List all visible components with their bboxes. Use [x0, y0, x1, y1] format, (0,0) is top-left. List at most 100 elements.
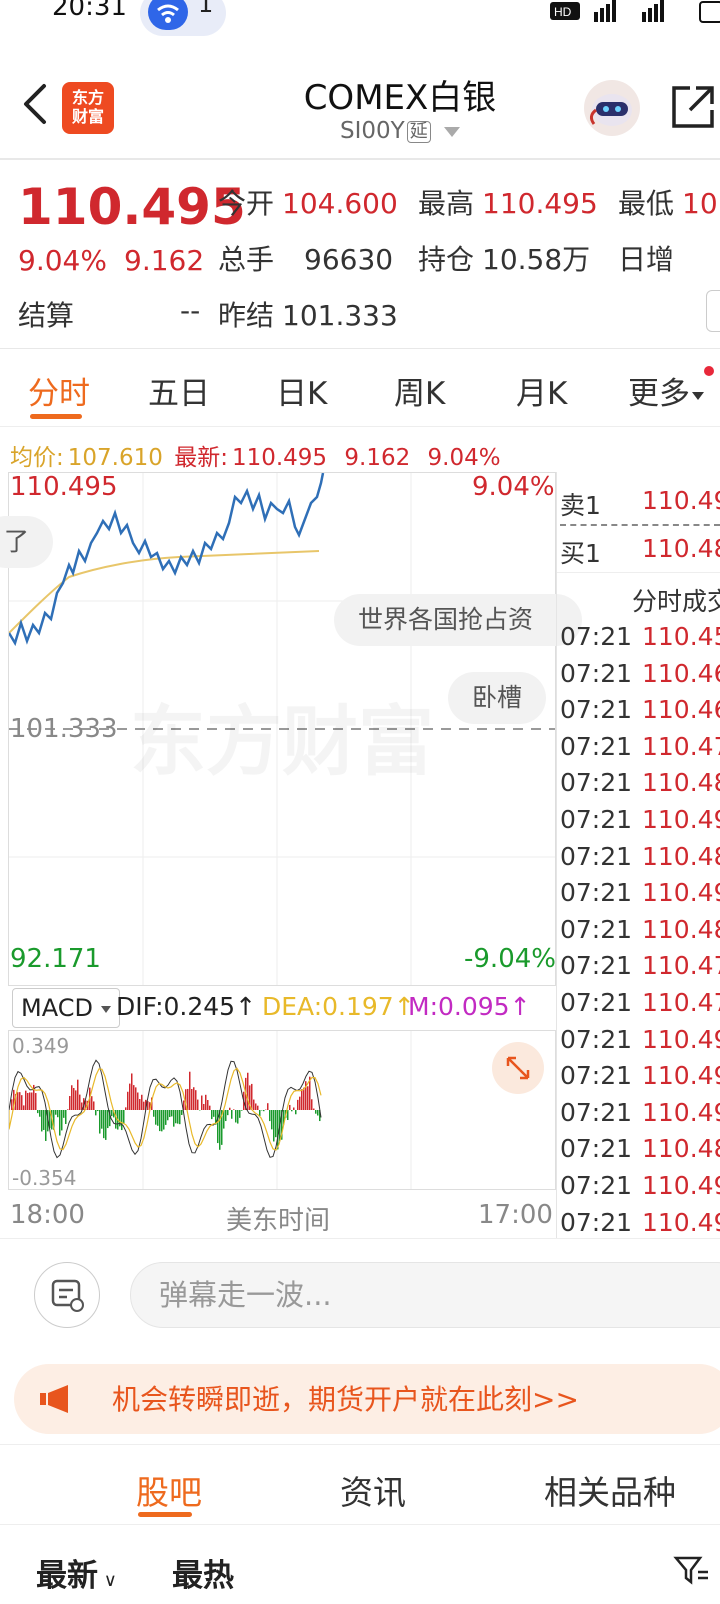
latest-pct: 9.04% [427, 445, 501, 471]
macd-bar [235, 1110, 237, 1123]
tab-related[interactable]: 相关品种 [544, 1466, 676, 1514]
macd-bar [173, 1110, 175, 1127]
macd-bar [133, 1085, 135, 1110]
stat-prev-settle: 昨结 101.333 [218, 294, 398, 334]
macd-bar [311, 1099, 313, 1110]
danmaku-bubble: 卧槽 [448, 672, 547, 724]
status-bar: 20:31 1 HD [0, 0, 720, 40]
macd-bar [239, 1110, 241, 1118]
sort-divider [0, 1524, 720, 1525]
macd-bar [271, 1110, 273, 1130]
tick-row: 07:21 110.48 [560, 1134, 720, 1163]
tabs-divider [0, 426, 720, 427]
delay-badge: 延 [406, 120, 431, 143]
share-icon[interactable] [670, 84, 716, 130]
panel-divider [556, 472, 557, 1238]
fullscreen-icon[interactable] [492, 1042, 544, 1094]
tick-price: 110.46 [642, 658, 720, 688]
macd-bar [17, 1092, 19, 1110]
chart-top-pct: 9.04% [472, 472, 555, 502]
ask-row: 卖1 110.49 [560, 486, 720, 522]
tab-five-day[interactable]: 五日 [148, 368, 210, 413]
macd-bar [21, 1095, 23, 1110]
macd-bar [23, 1105, 25, 1110]
macd-bar [295, 1110, 297, 1115]
macd-top-label: 0.349 [12, 1034, 70, 1058]
tab-daily-k[interactable]: 日K [276, 368, 327, 413]
danmaku-settings-icon[interactable] [34, 1262, 100, 1328]
tick-time: 07:21 [560, 731, 633, 761]
macd-bar [161, 1110, 163, 1132]
expand-stats-button[interactable] [706, 290, 720, 332]
tick-row: 07:21 110.48 [560, 842, 720, 871]
tick-time: 07:21 [560, 768, 633, 798]
macd-bar [257, 1105, 259, 1110]
stat-oi-value: 10.58万 [482, 243, 591, 276]
tick-row: 07:21 110.47 [560, 731, 720, 761]
sort-latest-label: 最新 [36, 1558, 98, 1594]
macd-bar [91, 1096, 93, 1110]
macd-bar [77, 1079, 79, 1110]
macd-bar [95, 1110, 97, 1116]
contract-code-text: SI00Y [339, 118, 405, 144]
x-axis-label: 美东时间 [226, 1206, 331, 1236]
tab-forum[interactable]: 股吧 [136, 1466, 202, 1514]
assistant-robot-icon[interactable] [584, 80, 640, 136]
macd-bar [237, 1110, 239, 1124]
stat-prev-settle-value: 101.333 [282, 299, 398, 332]
macd-bar [35, 1093, 37, 1110]
filter-icon[interactable] [672, 1550, 712, 1590]
macd-bar [207, 1100, 209, 1110]
macd-dif-line [9, 1059, 322, 1159]
tick-row: 07:21 110.49 [560, 878, 720, 907]
danmaku-input[interactable]: 弹幕走一波... [130, 1262, 720, 1328]
ask-label: 卖1 [560, 491, 601, 520]
tick-row: 07:21 110.49 [560, 1171, 720, 1200]
sort-latest[interactable]: 最新 ∨ [36, 1550, 117, 1595]
tab-more[interactable]: 更多 [628, 368, 704, 413]
tick-time: 07:21 [560, 914, 633, 944]
sort-hot[interactable]: 最热 [172, 1550, 234, 1595]
change-percent: 9.04% [18, 244, 107, 277]
macd-bar [225, 1110, 227, 1122]
tab-weekly-k[interactable]: 周K [394, 368, 445, 413]
macd-bar [157, 1110, 159, 1126]
macd-chart[interactable] [8, 1030, 556, 1190]
macd-bar [233, 1109, 235, 1110]
macd-bar [253, 1099, 255, 1110]
macd-bar [189, 1071, 191, 1110]
stat-volume-value: 96630 [304, 243, 394, 276]
macd-bar [247, 1072, 249, 1110]
order-book-divider [556, 572, 720, 573]
up-arrow-icon: ↑ [509, 992, 531, 1021]
macd-dif: DIF:0.245↑ [116, 992, 256, 1021]
tick-price: 110.47 [642, 951, 720, 981]
bid-price: 110.48 [642, 534, 720, 563]
macd-bar [191, 1088, 193, 1110]
chevron-down-icon [444, 126, 460, 137]
macd-bar [227, 1110, 229, 1116]
tick-time: 07:21 [560, 695, 633, 725]
macd-bar [303, 1087, 305, 1110]
tab-intraday[interactable]: 分时 [28, 368, 90, 413]
macd-bar [313, 1108, 315, 1110]
avg-value: 107.610 [67, 445, 163, 471]
macd-bar [195, 1090, 197, 1110]
macd-bar [155, 1110, 157, 1125]
stat-daily-inc-label: 日增 [618, 243, 675, 276]
macd-bar [59, 1110, 61, 1136]
macd-bar [169, 1110, 171, 1118]
indicator-selector[interactable]: MACD [12, 988, 120, 1028]
chart-bottom-price: 92.171 [10, 944, 101, 974]
tab-monthly-k[interactable]: 月K [516, 368, 567, 413]
macd-bar [177, 1110, 179, 1124]
macd-bar [25, 1090, 27, 1110]
macd-bar [287, 1110, 289, 1121]
stat-oi-label: 持仓 [418, 243, 475, 276]
notification-pill[interactable]: 1 [140, 0, 226, 36]
macd-bar [139, 1099, 141, 1110]
tab-more-label: 更多 [628, 376, 690, 412]
quote-divider [0, 348, 720, 349]
tab-news[interactable]: 资讯 [340, 1466, 406, 1514]
macd-bar [317, 1110, 319, 1116]
